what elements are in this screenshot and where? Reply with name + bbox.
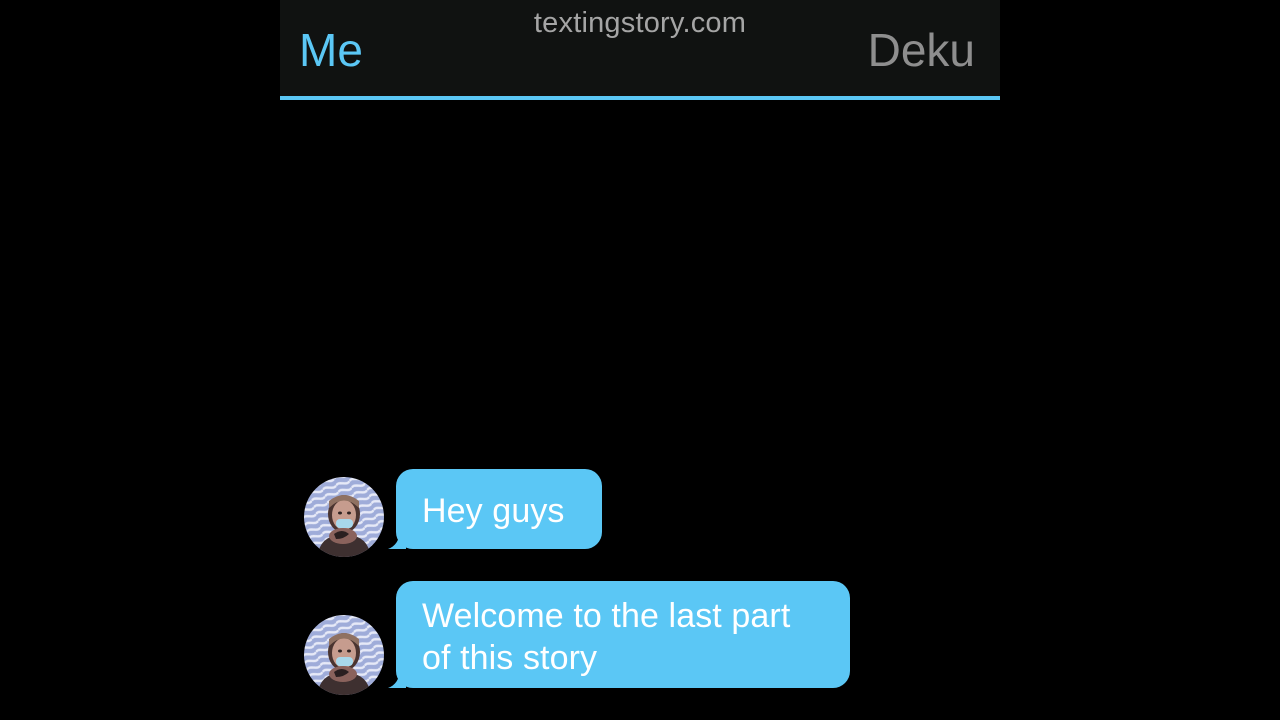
chat-header: textingstory.com Me Deku bbox=[280, 0, 1000, 100]
profile-photo-avatar bbox=[304, 615, 384, 695]
message-bubble: Hey guys bbox=[396, 469, 602, 549]
message-row: Hey guys bbox=[280, 469, 1000, 557]
profile-photo-avatar bbox=[304, 477, 384, 557]
message-row: Welcome to the last part of this story bbox=[280, 581, 1000, 695]
chat-screen: textingstory.com Me Deku Hey guys Welcom… bbox=[280, 0, 1000, 720]
recipient-name: Deku bbox=[867, 24, 975, 76]
message-bubble: Welcome to the last part of this story bbox=[396, 581, 850, 688]
sender-name: Me bbox=[299, 24, 363, 76]
